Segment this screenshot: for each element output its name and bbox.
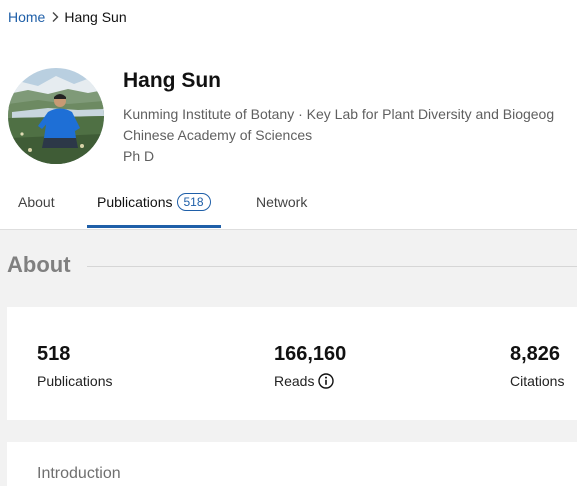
profile-header: Home Hang Sun Hang Sun Kunming Institute… (0, 0, 577, 230)
profile-body: About 518 Publications 166,160 Reads 8,8… (0, 230, 577, 486)
tab-about[interactable]: About (18, 178, 55, 226)
stats-card: 518 Publications 166,160 Reads 8,826 Cit… (7, 307, 577, 420)
about-section-title: About (7, 252, 71, 277)
chevron-right-icon (49, 11, 61, 23)
tab-network[interactable]: Network (256, 178, 307, 226)
stat-value: 518 (37, 343, 71, 365)
breadcrumb: Home Hang Sun (8, 8, 127, 26)
stat-label-text: Publications (37, 373, 113, 389)
section-divider (87, 266, 577, 267)
introduction-card: Introduction (7, 442, 577, 486)
stat-label-text: Reads (274, 373, 315, 389)
profile-degree: Ph D (123, 148, 155, 164)
tab-network-label: Network (256, 194, 308, 210)
introduction-label: Introduction (37, 465, 121, 482)
stat-label-text: Citations (510, 373, 565, 389)
breadcrumb-current: Hang Sun (64, 9, 127, 25)
active-tab-indicator (87, 225, 221, 228)
stat-label: Publications (37, 373, 113, 389)
tab-publications-label: Publications (97, 194, 173, 210)
profile-page: Home Hang Sun Hang Sun Kunming Institute… (0, 0, 577, 486)
avatar[interactable] (8, 68, 104, 164)
affiliation-institute[interactable]: Kunming Institute of Botany · Key Lab fo… (123, 106, 554, 122)
profile-name: Hang Sun (123, 69, 221, 92)
stat-value: 8,826 (510, 343, 561, 365)
tab-publications[interactable]: Publications 518 (87, 178, 221, 228)
stat-value: 166,160 (274, 343, 347, 365)
breadcrumb-home-link[interactable]: Home (8, 9, 45, 25)
info-circle-icon[interactable] (318, 373, 335, 389)
stat-label: Reads (274, 373, 335, 389)
affiliation-academy[interactable]: Chinese Academy of Sciences (123, 127, 312, 143)
profile-tabs: About Publications 518 Network (0, 178, 577, 229)
publications-count-badge: 518 (176, 193, 211, 211)
stat-label: Citations (510, 373, 564, 389)
tab-about-label: About (18, 194, 55, 210)
